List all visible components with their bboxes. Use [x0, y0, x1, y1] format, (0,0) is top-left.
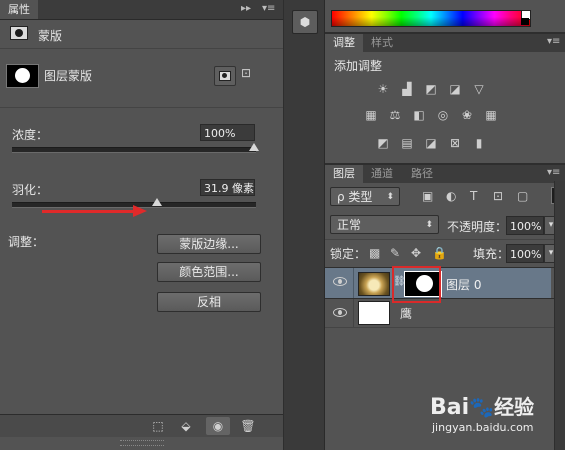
- delete-icon[interactable]: 🗑: [236, 417, 260, 435]
- tab-channels[interactable]: 通道: [365, 165, 399, 183]
- baidu-watermark: Bai🐾经验 jingyan.baidu.com: [430, 394, 534, 434]
- density-label: 浓度：: [12, 128, 49, 142]
- blend-mode-value: 正常: [337, 218, 362, 232]
- mask-highlight-box: [392, 266, 441, 303]
- feather-input[interactable]: 31.9 像素: [200, 179, 255, 196]
- layer-image-thumbnail: [358, 272, 390, 296]
- blend-mode-select[interactable]: 正常 ⬍: [330, 215, 439, 234]
- right-panels: 调整 样式 ▾≡ 添加调整 ☀ ▟ ◩ ◪ ▽ ▦ ⚖ ◧ ◎ ❀ ▦ ◩ ▤ …: [325, 0, 565, 450]
- balance-icon[interactable]: ⚖: [387, 108, 403, 122]
- tab-properties[interactable]: 属性: [0, 0, 38, 19]
- layers-scrollbar[interactable]: [554, 181, 565, 450]
- panel-menu-icon[interactable]: ▾≡: [262, 3, 275, 15]
- paw-icon: 🐾: [469, 395, 495, 419]
- mask-header: 蒙版: [38, 29, 63, 43]
- 3d-cube-icon[interactable]: ⬢: [292, 10, 318, 34]
- mask-edge-button[interactable]: 蒙版边缘...: [157, 234, 261, 254]
- fill-label: 填充：: [473, 247, 510, 261]
- properties-panel: 属性 ▸▸ ▾≡ 蒙版 图层蒙版 ⊡ 浓度： 100% 羽化： 31.9 像素 …: [0, 0, 284, 450]
- collapse-icon[interactable]: ▸▸: [241, 3, 251, 15]
- chevron-updown-icon: ⬍: [386, 192, 394, 202]
- panel-dock-strip: ⬢: [284, 0, 325, 450]
- exposure-icon[interactable]: ◪: [447, 82, 463, 96]
- layer-filter-select[interactable]: ρ 类型 ⬍: [330, 187, 400, 206]
- watermark-brand: Bai: [430, 395, 470, 420]
- threshold-icon[interactable]: ◪: [423, 136, 439, 150]
- filter-adjust-icon[interactable]: ◐: [446, 189, 456, 203]
- resize-grip[interactable]: [120, 440, 164, 446]
- lock-transparent-icon[interactable]: ▩: [369, 246, 380, 260]
- layer-mask-label: 图层蒙版: [44, 69, 93, 83]
- bw-icon[interactable]: ◧: [411, 108, 427, 122]
- filter-text-icon[interactable]: T: [470, 189, 477, 203]
- brightness-icon[interactable]: ☀: [375, 82, 391, 96]
- posterize-icon[interactable]: ▤: [399, 136, 415, 150]
- opacity-input[interactable]: 100%: [506, 216, 544, 235]
- selective-color-icon[interactable]: ⊠: [447, 136, 463, 150]
- tab-layers[interactable]: 图层: [325, 165, 363, 183]
- pixel-mask-button[interactable]: [214, 66, 236, 86]
- levels-icon[interactable]: ▟: [399, 82, 415, 96]
- visibility-icon[interactable]: ◉: [206, 417, 230, 435]
- layers-tabbar: 图层 通道 路径 ▾≡: [325, 165, 565, 183]
- invert-icon[interactable]: ◩: [375, 136, 391, 150]
- density-input[interactable]: 100%: [200, 124, 255, 141]
- add-adjustment-title: 添加调整: [334, 59, 383, 73]
- channel-mixer-icon[interactable]: ❀: [459, 108, 475, 122]
- tab-paths[interactable]: 路径: [405, 165, 439, 183]
- refine-label: 调整：: [8, 235, 45, 249]
- layer-mask-thumbnail: [6, 64, 39, 88]
- watermark-url: jingyan.baidu.com: [432, 421, 534, 434]
- filter-smart-icon[interactable]: ▢: [517, 189, 528, 203]
- layer-name[interactable]: 图层 0: [446, 276, 481, 293]
- adjustments-tabbar: 调整 样式 ▾≡: [325, 34, 565, 52]
- lock-move-icon[interactable]: ✥: [411, 246, 421, 260]
- apply-mask-icon[interactable]: ⬙: [174, 417, 198, 435]
- lock-paint-icon[interactable]: ✎: [390, 246, 400, 260]
- layers-menu-icon[interactable]: ▾≡: [547, 167, 560, 178]
- color-range-button[interactable]: 颜色范围...: [157, 262, 261, 282]
- load-selection-icon[interactable]: ⬚: [146, 417, 170, 435]
- properties-tabbar: 属性 ▸▸ ▾≡: [0, 0, 283, 20]
- fill-input[interactable]: 100%: [506, 244, 544, 263]
- lookup-icon[interactable]: ▦: [483, 108, 499, 122]
- vibrance-icon[interactable]: ▽: [471, 82, 487, 96]
- layer-name[interactable]: 鹰: [400, 305, 412, 322]
- tab-adjustments[interactable]: 调整: [325, 34, 363, 52]
- photo-filter-icon[interactable]: ◎: [435, 108, 451, 122]
- filter-pixel-icon[interactable]: ▣: [422, 189, 433, 203]
- filter-shape-icon[interactable]: ⊡: [493, 189, 503, 203]
- black-swatch[interactable]: [521, 18, 529, 25]
- chevron-updown-icon: ⬍: [425, 220, 433, 230]
- invert-button[interactable]: 反相: [157, 292, 261, 312]
- mask-icon: [10, 26, 28, 40]
- curves-icon[interactable]: ◩: [423, 82, 439, 96]
- eye-icon[interactable]: [333, 277, 347, 286]
- lock-label: 锁定：: [330, 247, 367, 261]
- red-arrow: [42, 210, 134, 213]
- vector-mask-icon[interactable]: ⊡: [241, 66, 251, 80]
- feather-slider-thumb[interactable]: [152, 198, 163, 206]
- hue-icon[interactable]: ▦: [363, 108, 379, 122]
- opacity-label: 不透明度：: [447, 220, 508, 234]
- tab-styles[interactable]: 样式: [365, 34, 399, 52]
- layer-white-thumbnail: [358, 301, 390, 325]
- gradient-map-icon[interactable]: ▮: [471, 136, 487, 150]
- layer-filter-label: ρ 类型: [337, 190, 373, 204]
- lock-all-icon[interactable]: 🔒: [432, 246, 447, 260]
- watermark-brand-mid: 经验: [494, 395, 535, 419]
- feather-label: 羽化：: [12, 183, 49, 197]
- color-spectrum[interactable]: [331, 10, 531, 27]
- eye-icon[interactable]: [333, 308, 347, 317]
- density-slider-thumb[interactable]: [249, 143, 259, 151]
- adjustments-menu-icon[interactable]: ▾≡: [547, 36, 560, 47]
- density-slider-track[interactable]: [12, 147, 256, 153]
- properties-bottom-bar: ⬚ ⬙ ◉ 🗑: [0, 414, 283, 437]
- layer-row-1[interactable]: 鹰: [325, 299, 551, 327]
- red-arrow-head: [133, 205, 147, 217]
